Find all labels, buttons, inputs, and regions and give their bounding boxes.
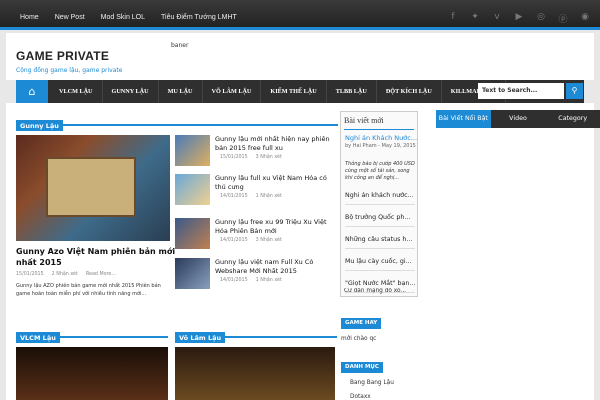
section-header-volam: Võ Lâm Lậu [175,325,337,343]
post-comments[interactable]: 3 Nhận xét [256,155,282,160]
site-tagline: Cộng đồng game lậu, game private [16,67,123,74]
tab-video[interactable]: Video [490,110,546,128]
post-date: 14/01/2015 [220,238,248,243]
topnav-home[interactable]: Home [12,14,47,21]
dribbble-icon[interactable]: ◎ [536,12,546,25]
category-item[interactable]: Dotaxx [350,394,371,400]
list-item: Gunny lậu full xu Việt Nam Hóa có thú cư… [175,174,337,205]
category-item[interactable]: Bang Bang Lậu [350,380,394,386]
latest-link[interactable]: Mu lậu cày cuốc, gi... [345,252,415,271]
post-title[interactable]: Gunny lậu full xu Việt Nam Hóa có thú cư… [215,174,335,192]
featured-title[interactable]: Gunny Azo Việt Nam phiên bản mới nhất 20… [16,246,176,268]
post-date: 15/01/2015 [16,272,44,277]
post-comments[interactable]: 3 Nhận xét [256,238,282,243]
top-bar: Home New Post Mod Skin LOL Tiêu Điểm Tướ… [0,0,600,30]
post-thumbnail[interactable] [175,218,210,249]
banner-placeholder: baner [171,42,189,49]
rss-icon[interactable]: ◉ [580,12,590,25]
pinterest-icon[interactable]: ⓟ [558,12,568,25]
sidebar-tabs: Bài Viết Nổi Bật Video Category [436,110,600,128]
nav-gunny[interactable]: GUNNY LẬU [103,80,159,103]
post-title[interactable]: Gunny lậu mới nhất hiện nay phiên bản 20… [215,135,335,153]
list-item: Gunny lậu free xu 99 Triệu Xu Việt Hóa P… [175,218,337,249]
nav-vlcm[interactable]: VLCM LẬU [50,80,103,103]
tab-category[interactable]: Category [545,110,600,128]
section-title[interactable]: Gunny Lậu [16,120,63,131]
post-date: 14/01/2015 [220,278,248,283]
gamehay-title: GAME HAY [341,318,382,329]
section-title[interactable]: Võ Lâm Lậu [175,332,226,343]
latest-link[interactable]: Cư dân mạng đổ xô... [344,288,418,299]
post-title[interactable]: Gunny lậu free xu 99 Triệu Xu Việt Hóa P… [215,218,335,236]
latest-link[interactable]: Bộ trưởng Quốc ph... [345,208,415,227]
nav-mu[interactable]: MU LẬU [159,80,203,103]
latest-link[interactable]: Những câu status h... [345,230,415,249]
topnav-new-post[interactable]: New Post [47,14,93,21]
latest-posts-widget: Bài viết mới Nghi án Khách Nước... by Ha… [340,111,418,297]
nav-kiemthe[interactable]: KIẾM THẾ LẬU [261,80,327,103]
latest-first-meta: by Hai Pham - May 19, 2015 [345,143,416,149]
post-date: 15/01/2015 [220,155,248,160]
main-nav: ⌂ VLCM LẬU GUNNY LẬU MU LẬU VÕ LÂM LẬU K… [16,80,584,103]
latest-first-desc: Thông báo bị cướp 400 USD cùng một số tà… [345,161,415,181]
social-icons: f ✦ v ▶ ◎ ⓟ ◉ [448,12,590,25]
widget-title: Bài viết mới [344,116,384,125]
topnav-mod-skin[interactable]: Mod Skin LOL [93,14,153,21]
post-comments[interactable]: 2 Nhận xét [52,272,78,277]
post-comments[interactable]: 1 Nhận xét [256,194,282,199]
vlcm-featured-image[interactable] [16,347,168,400]
read-more-link[interactable]: Read More... [86,272,116,277]
tab-featured[interactable]: Bài Viết Nổi Bật [436,110,491,128]
section-header-gunny: Gunny Lậu [16,113,338,131]
section-header-vlcm: VLCM Lậu [16,325,168,343]
post-thumbnail[interactable] [175,135,210,166]
top-nav: Home New Post Mod Skin LOL Tiêu Điểm Tướ… [12,14,245,21]
gamehay-text: mới chào qc [341,336,377,342]
list-item: Gunny lậu mới nhất hiện nay phiên bản 20… [175,135,337,166]
main-content: Gunny Lậu Gunny Azo Việt Nam phiên bản m… [6,103,594,400]
site-logo[interactable]: GAME PRIVATE [16,49,109,63]
list-item: Gunny lậu việt nam Full Xu Có Webshare M… [175,258,337,289]
nav-dotkich[interactable]: ĐỘT KÍCH LẬU [377,80,442,103]
post-thumbnail[interactable] [175,258,210,289]
latest-link[interactable]: Nghi án khách nước... [345,186,415,205]
latest-first-title[interactable]: Nghi án Khách Nước... [345,134,417,142]
post-date: 14/01/2015 [220,194,248,199]
twitter-icon[interactable]: ✦ [470,12,480,25]
featured-meta: 15/01/2015 2 Nhận xét Read More... [16,272,116,277]
post-title[interactable]: Gunny lậu việt nam Full Xu Có Webshare M… [215,258,335,276]
section-title[interactable]: VLCM Lậu [16,332,60,343]
facebook-icon[interactable]: f [448,12,458,25]
youtube-icon[interactable]: ▶ [514,12,524,25]
search-icon[interactable]: ⚲ [566,83,583,99]
nav-tlbb[interactable]: TLBB LẬU [327,80,377,103]
featured-description: Gunny lậu AZO phiên bản game mới nhất 20… [16,283,161,297]
volam-featured-image[interactable] [175,347,335,400]
danhmuc-title: DANH MỤC [341,362,383,373]
topnav-tieu-diem[interactable]: Tiêu Điểm Tướng LMHT [153,14,245,21]
site-header: GAME PRIVATE Cộng đồng game lậu, game pr… [6,33,594,80]
home-icon[interactable]: ⌂ [16,80,48,103]
post-thumbnail[interactable] [175,174,210,205]
vimeo-icon[interactable]: v [492,12,502,25]
nav-volam[interactable]: VÕ LÂM LẬU [203,80,262,103]
post-comments[interactable]: 1 Nhận xét [256,278,282,283]
featured-image[interactable] [16,135,170,241]
search-input[interactable]: Text to Search... [478,83,564,99]
